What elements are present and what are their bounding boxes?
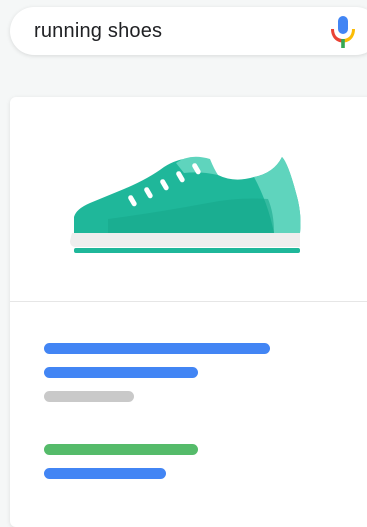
- microphone-icon[interactable]: [328, 15, 358, 49]
- search-bar[interactable]: running shoes: [10, 7, 367, 55]
- subtitle-placeholder-line: [44, 367, 198, 378]
- product-image: [10, 97, 367, 302]
- title-placeholder-line: [44, 343, 270, 354]
- price-placeholder-line: [44, 444, 198, 455]
- search-input[interactable]: running shoes: [34, 20, 162, 43]
- link-placeholder-line: [44, 468, 166, 479]
- running-shoe-icon: [68, 153, 304, 259]
- result-card[interactable]: [10, 97, 367, 527]
- meta-placeholder-line: [44, 391, 134, 402]
